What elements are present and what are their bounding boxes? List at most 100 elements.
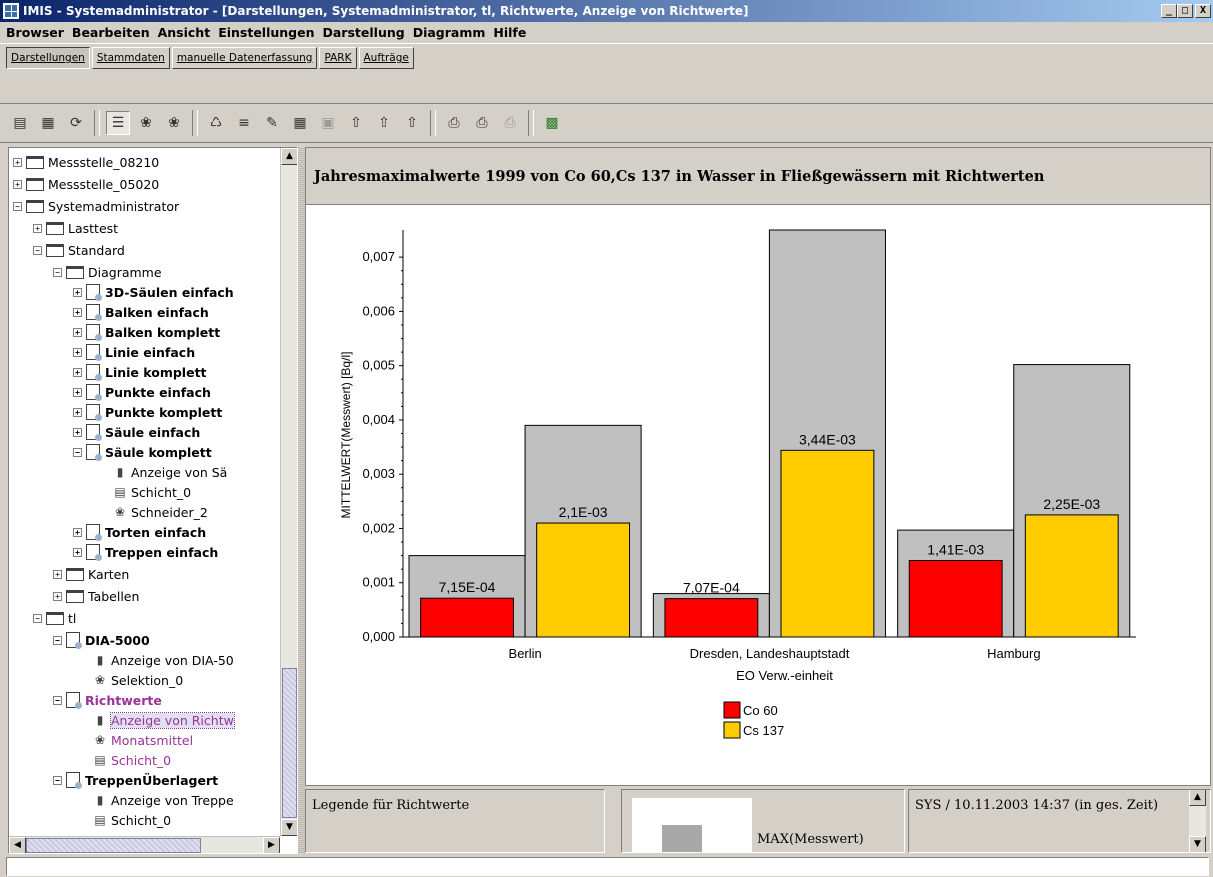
tab-manuelle-datenerfassung[interactable]: manuelle Datenerfassung <box>171 47 318 69</box>
navigation-tree[interactable]: + Messstelle_08210 + Messstelle_05020 − Sys… <box>8 147 298 854</box>
menu-darstellung[interactable]: Darstellung <box>321 25 411 40</box>
link-icon[interactable]: ♺ <box>204 111 228 135</box>
tree-node[interactable]: − Diagramme <box>53 262 162 282</box>
list-icon[interactable]: ≡ <box>232 111 256 135</box>
tree-node[interactable]: + Messstelle_08210 <box>13 152 159 172</box>
edit-icon[interactable]: ✎ <box>260 111 284 135</box>
table-icon[interactable]: ▦ <box>288 111 312 135</box>
pane-splitter[interactable] <box>298 147 305 854</box>
expand-icon[interactable]: + <box>53 569 62 579</box>
close-button[interactable]: X <box>1195 4 1211 18</box>
menu-bearbeiten[interactable]: Bearbeiten <box>70 25 156 40</box>
tree-node[interactable]: + Lasttest <box>33 218 118 238</box>
menu-diagramm[interactable]: Diagramm <box>411 25 492 40</box>
expand-icon[interactable]: + <box>73 427 82 437</box>
tree-node[interactable]: − TreppenÜberlagert <box>53 770 218 790</box>
expand-icon[interactable]: + <box>73 387 82 397</box>
tree-node[interactable]: ❀ Schneider_2 <box>113 502 208 522</box>
expand-icon[interactable]: + <box>73 287 82 297</box>
expand-icon[interactable]: + <box>73 347 82 357</box>
tab-auftraege[interactable]: Aufträge <box>358 47 414 69</box>
minimize-button[interactable]: _ <box>1161 4 1177 18</box>
scroll-thumb[interactable] <box>282 668 297 818</box>
collapse-icon[interactable]: − <box>73 447 82 457</box>
collapse-icon[interactable]: − <box>33 613 42 623</box>
refresh-icon[interactable]: ⟳ <box>64 111 88 135</box>
tree-node[interactable]: ▮ Anzeige von DIA-50 <box>93 650 234 670</box>
expand-icon[interactable]: + <box>13 157 22 167</box>
collapse-icon[interactable]: − <box>53 635 62 645</box>
collapse-icon[interactable]: − <box>53 267 62 277</box>
expand-icon[interactable]: + <box>13 179 22 189</box>
scroll-right-icon[interactable]: ▶ <box>263 837 280 853</box>
collapse-icon[interactable]: − <box>33 245 42 255</box>
tree-node[interactable]: + Tabellen <box>53 586 139 606</box>
expand-icon[interactable]: + <box>73 327 82 337</box>
tree-node[interactable]: − Säule komplett <box>73 442 212 462</box>
print-icon[interactable]: ⎙ <box>442 111 466 135</box>
tree-horizontal-scrollbar[interactable]: ◀ ▶ <box>9 836 280 853</box>
tree-node[interactable]: ❀ Selektion_0 <box>93 670 183 690</box>
collapse-icon[interactable]: − <box>53 775 62 785</box>
print-preview-icon[interactable]: ⎙ <box>470 111 494 135</box>
expand-icon[interactable]: + <box>73 307 82 317</box>
tree-node[interactable]: − DIA-5000 <box>53 630 150 650</box>
menu-hilfe[interactable]: Hilfe <box>491 25 532 40</box>
tree-node[interactable]: + Karten <box>53 564 129 584</box>
tree-node[interactable]: ▮ Anzeige von Treppe <box>93 790 234 810</box>
tree-node[interactable]: + Säule einfach <box>73 422 200 442</box>
tree-node[interactable]: − Standard <box>33 240 125 260</box>
maximize-button[interactable]: □ <box>1177 4 1193 18</box>
menu-einstellungen[interactable]: Einstellungen <box>216 25 320 40</box>
tree-node[interactable]: ▤ Schicht_0 <box>93 750 171 770</box>
tab-stammdaten[interactable]: Stammdaten <box>91 47 170 69</box>
collapse-icon[interactable]: − <box>53 695 62 705</box>
tree-node[interactable]: ❀ Monatsmittel <box>93 730 193 750</box>
scroll-thumb[interactable] <box>26 838 201 853</box>
tree-node[interactable]: ▤ Schicht_0 <box>113 482 191 502</box>
tab-darstellungen[interactable]: Darstellungen <box>6 47 90 69</box>
scroll-down-icon[interactable]: ▼ <box>281 819 297 836</box>
export2-icon[interactable]: ⇧ <box>372 111 396 135</box>
tree-node[interactable]: + Torten einfach <box>73 522 206 542</box>
save-icon[interactable]: ▤ <box>8 111 32 135</box>
expand-icon[interactable]: + <box>53 591 62 601</box>
tree-node[interactable]: + Linie einfach <box>73 342 195 362</box>
tree-node[interactable]: − Richtwerte <box>53 690 162 710</box>
scroll-left-icon[interactable]: ◀ <box>9 837 26 853</box>
tree-node[interactable]: ▤ Schicht_0 <box>93 810 171 830</box>
tree-node[interactable]: + Balken komplett <box>73 322 220 342</box>
tree-node[interactable]: − Systemadministrator <box>13 196 179 216</box>
tree-node[interactable]: +3D-Säulen einfach <box>73 282 234 302</box>
tree-node[interactable]: + Messstelle_05020 <box>13 174 159 194</box>
tree-node[interactable]: + Linie komplett <box>73 362 207 382</box>
folder-icon <box>26 177 44 191</box>
menu-browser[interactable]: Browser <box>4 25 70 40</box>
tree-node[interactable]: − tl <box>33 608 76 628</box>
expand-icon[interactable]: + <box>73 527 82 537</box>
expand-icon[interactable]: + <box>73 547 82 557</box>
tree-node[interactable]: ▮ Anzeige von Sä <box>113 462 228 482</box>
frame-icon[interactable]: ▣ <box>316 111 340 135</box>
tree-node-selected[interactable]: ▮ Anzeige von Richtw <box>93 710 235 730</box>
print-disabled-icon[interactable]: ⎙ <box>498 111 522 135</box>
tree-node[interactable]: + Punkte einfach <box>73 382 211 402</box>
expand-icon[interactable]: + <box>73 367 82 377</box>
tab-park[interactable]: PARK <box>319 47 357 69</box>
collapse-icon[interactable]: − <box>13 201 22 211</box>
expand-icon[interactable]: + <box>33 223 42 233</box>
filter-icon[interactable]: ❀ <box>134 111 158 135</box>
menu-ansicht[interactable]: Ansicht <box>156 25 217 40</box>
tree-node[interactable]: + Punkte komplett <box>73 402 222 422</box>
chart-icon[interactable]: ▩ <box>540 111 564 135</box>
export3-icon[interactable]: ⇧ <box>400 111 424 135</box>
export1-icon[interactable]: ⇧ <box>344 111 368 135</box>
tree-node[interactable]: + Balken einfach <box>73 302 209 322</box>
save-all-icon[interactable]: ▦ <box>36 111 60 135</box>
tree-vertical-scrollbar[interactable]: ▲ ▼ <box>280 148 297 836</box>
layer-icon[interactable]: ☰ <box>106 111 130 135</box>
tree-node[interactable]: + Treppen einfach <box>73 542 218 562</box>
scroll-up-icon[interactable]: ▲ <box>281 148 297 165</box>
expand-icon[interactable]: + <box>73 407 82 417</box>
filter2-icon[interactable]: ❀ <box>162 111 186 135</box>
